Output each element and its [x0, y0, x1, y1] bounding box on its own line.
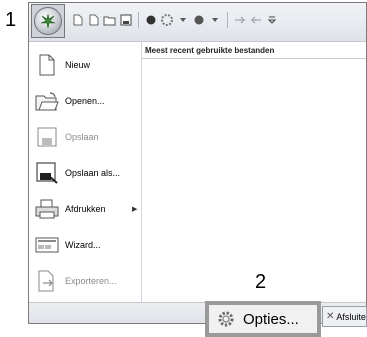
- menu-item-label: Afdrukken: [65, 204, 106, 214]
- redo-icon[interactable]: [249, 12, 263, 28]
- quick-access-tools: [71, 12, 279, 28]
- options-button-label: Opties...: [243, 310, 299, 328]
- callout-step-1: 1: [5, 9, 17, 31]
- application-window: Nieuw Openen... Opslaan Opslaan als... A…: [28, 2, 367, 324]
- chevron-down-icon[interactable]: [208, 12, 222, 28]
- stitch-icon[interactable]: [144, 12, 158, 28]
- open-folder-icon: [34, 87, 60, 115]
- save-as-icon: [34, 159, 60, 187]
- gear-icon: [215, 308, 237, 330]
- menu-item-open[interactable]: Openen...: [32, 84, 140, 118]
- toolbar-separator: [138, 12, 139, 28]
- callout-step-2: 2: [255, 271, 267, 293]
- save-icon: [34, 123, 60, 151]
- menu-item-label: Opslaan: [65, 132, 99, 142]
- options-button[interactable]: Opties...: [205, 301, 321, 337]
- menu-item-label: Openen...: [65, 96, 105, 106]
- app-logo-icon: [34, 7, 62, 35]
- exit-button-label: Afsluite: [336, 311, 366, 322]
- toolbar-separator: [227, 12, 228, 28]
- recent-files-header: Meest recent gebruikte bestanden: [142, 42, 366, 59]
- chevron-down-icon[interactable]: [176, 12, 190, 28]
- new-document-icon: [34, 51, 60, 79]
- new-document-icon[interactable]: [87, 12, 101, 28]
- menu-item-save[interactable]: Opslaan: [32, 120, 140, 154]
- open-folder-icon[interactable]: [103, 12, 117, 28]
- color-tool-icon[interactable]: [192, 12, 206, 28]
- new-icon[interactable]: [71, 12, 85, 28]
- submenu-arrow-icon: ▶: [132, 206, 138, 213]
- application-menu-button[interactable]: [31, 4, 65, 38]
- menu-item-save-as[interactable]: Opslaan als...: [32, 156, 140, 190]
- undo-icon[interactable]: [233, 12, 247, 28]
- menu-item-label: Nieuw: [65, 60, 91, 70]
- save-icon[interactable]: [119, 12, 133, 28]
- close-icon: ✕: [326, 311, 335, 322]
- menu-item-label: Wizard...: [65, 240, 101, 250]
- menu-item-export[interactable]: Exporteren...: [32, 264, 140, 298]
- quick-access-toolbar: [29, 3, 366, 42]
- wizard-icon: [34, 231, 60, 259]
- menu-item-label: Exporteren...: [65, 276, 117, 286]
- menu-item-label: Opslaan als...: [65, 168, 121, 178]
- exit-button[interactable]: ✕ Afsluite: [322, 306, 367, 327]
- gear-tool-icon[interactable]: [160, 12, 174, 28]
- menu-item-new[interactable]: Nieuw: [32, 48, 140, 82]
- menu-item-wizard[interactable]: Wizard...: [32, 228, 140, 262]
- export-icon: [34, 267, 60, 295]
- menu-command-list: Nieuw Openen... Opslaan Opslaan als... A…: [29, 42, 142, 302]
- print-icon: [34, 195, 60, 223]
- customize-dropdown-icon[interactable]: [265, 12, 279, 28]
- menu-item-print[interactable]: Afdrukken ▶: [32, 192, 140, 226]
- recent-files-pane: Meest recent gebruikte bestanden: [142, 42, 366, 302]
- application-menu: Nieuw Openen... Opslaan Opslaan als... A…: [29, 42, 366, 323]
